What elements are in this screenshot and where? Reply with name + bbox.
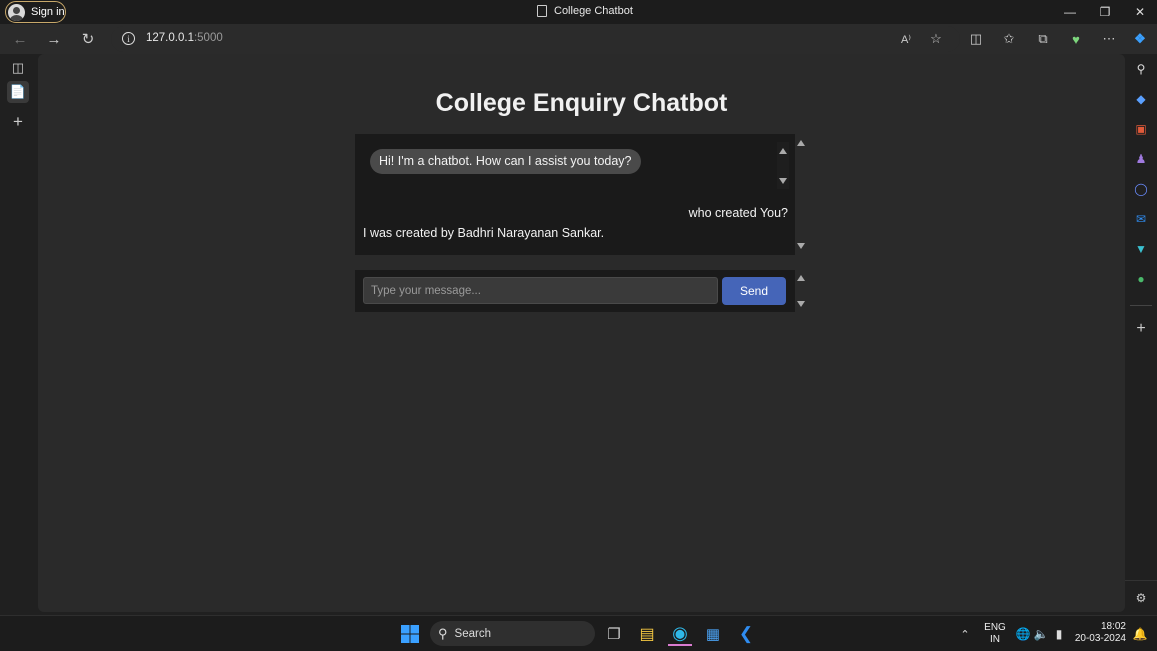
taskbar-search[interactable]: ⚲ Search (430, 621, 595, 646)
collections-icon[interactable]: ⧉ (1031, 28, 1055, 50)
notifications-bell-icon[interactable]: 🔔 (1128, 622, 1152, 646)
favorite-star-icon[interactable]: ☆ (924, 28, 948, 50)
split-screen-icon[interactable]: ◫ (964, 28, 988, 50)
window-tab-title: College Chatbot (537, 5, 633, 17)
chat-log[interactable]: Hi! I'm a chatbot. How can I assist you … (355, 134, 808, 255)
title-bar: Sign in College Chatbot — ❐ ✕ (0, 0, 1157, 24)
windows-taskbar: ⚲ Search ❐ ▤ ◉ ▦ ❮ ⌃ ENG IN 🌐 🔈 ▮ 18:02 … (0, 615, 1157, 651)
read-aloud-icon[interactable]: A⁾ (894, 28, 918, 50)
scroll-up-arrow-icon[interactable] (797, 140, 805, 146)
page-title: College Enquiry Chatbot (435, 89, 728, 117)
input-language[interactable]: ENG IN (984, 622, 1006, 646)
search-icon: ⚲ (438, 625, 448, 641)
sidebar-bottom-divider (1125, 580, 1157, 581)
inner-scrollbar[interactable] (777, 142, 789, 189)
microsoft-365-icon[interactable]: ◯ (1133, 181, 1149, 197)
refresh-icon[interactable]: ↻ (76, 28, 100, 50)
back-icon[interactable]: ← (8, 28, 32, 50)
file-explorer-icon[interactable]: ▤ (635, 622, 659, 646)
url-text[interactable]: 127.0.0.1:5000 (146, 32, 223, 44)
send-button[interactable]: Send (722, 277, 786, 305)
forward-icon[interactable]: → (42, 28, 66, 50)
tab-college-chatbot[interactable]: 📄 (7, 81, 29, 103)
scroll-up-arrow-icon[interactable] (779, 148, 787, 154)
clock[interactable]: 18:02 20-03-2024 (1074, 621, 1126, 645)
scroll-down-arrow-icon[interactable] (797, 243, 805, 249)
url-port: :5000 (193, 32, 223, 44)
edge-browser-icon[interactable]: ◉ (668, 622, 692, 646)
page-icon (537, 5, 547, 17)
address-bar[interactable]: i 127.0.0.1:5000 (111, 26, 960, 52)
clock-time: 18:02 (1100, 621, 1126, 632)
settings-gear-icon[interactable]: ⚙ (1133, 590, 1149, 606)
show-hidden-icons-icon[interactable]: ⌃ (953, 622, 977, 646)
start-windows-icon[interactable] (398, 622, 422, 646)
close-icon[interactable]: ✕ (1123, 0, 1157, 24)
search-icon[interactable]: ⚲ (1133, 61, 1149, 77)
more-options-icon[interactable]: ⋯ (1097, 28, 1121, 50)
vs-code-icon[interactable]: ❮ (734, 622, 758, 646)
composer-scrollbar[interactable] (795, 270, 808, 312)
tab-title-text: College Chatbot (554, 5, 633, 17)
bot-message: I was created by Badhri Narayanan Sankar… (363, 226, 605, 240)
sign-in-button[interactable]: Sign in (5, 1, 66, 23)
profile-avatar-icon (8, 3, 25, 21)
sign-in-label: Sign in (31, 6, 65, 18)
add-sidebar-app-icon[interactable]: + (1133, 320, 1149, 337)
copilot-icon[interactable]: ❖ (1128, 28, 1152, 50)
message-composer: Send (355, 270, 808, 312)
scroll-down-arrow-icon[interactable] (779, 178, 787, 184)
lang-code: ENG (984, 622, 1006, 633)
web-page: College Enquiry Chatbot Hi! I'm a chatbo… (38, 54, 1125, 612)
bot-message-bubble: Hi! I'm a chatbot. How can I assist you … (370, 149, 641, 174)
tree-icon[interactable]: ● (1133, 271, 1149, 287)
new-tab-icon[interactable]: + (7, 111, 29, 133)
chat-log-scrollbar[interactable] (795, 134, 808, 255)
sidebar-divider (1130, 305, 1152, 306)
user-message: who created You? (688, 206, 788, 220)
tools-icon[interactable]: ▣ (1133, 121, 1149, 137)
vertical-tab-strip: ◫ 📄 + (0, 54, 38, 615)
minimize-icon[interactable]: — (1053, 0, 1087, 24)
task-view-icon[interactable]: ❐ (602, 622, 626, 646)
scroll-down-arrow-icon[interactable] (797, 301, 805, 307)
drop-icon[interactable]: ▼ (1133, 241, 1149, 257)
taskbar-search-label: Search (454, 627, 491, 640)
site-info-icon[interactable]: i (122, 32, 135, 45)
favorites-icon[interactable]: ✩ (997, 28, 1021, 50)
lang-region: IN (990, 634, 1000, 645)
restore-icon[interactable]: ❐ (1088, 0, 1122, 24)
outlook-icon[interactable]: ✉ (1133, 211, 1149, 227)
clock-date: 20-03-2024 (1074, 633, 1126, 644)
microsoft-store-icon[interactable]: ▦ (701, 622, 725, 646)
edge-sidebar: ⚲ ◆ ▣ ♟ ◯ ✉ ▼ ● + ⚙ (1125, 54, 1157, 615)
url-host: 127.0.0.1 (146, 32, 194, 44)
battery-icon[interactable]: ▮ (1047, 622, 1071, 646)
browser-toolbar: ← → ↻ i 127.0.0.1:5000 A⁾ ☆ ◫ ✩ ⧉ ♥ ⋯ ❖ (0, 24, 1157, 54)
scroll-up-arrow-icon[interactable] (797, 275, 805, 281)
games-icon[interactable]: ♟ (1133, 151, 1149, 167)
shopping-icon[interactable]: ◆ (1133, 91, 1149, 107)
browser-essentials-icon[interactable]: ♥ (1064, 28, 1088, 50)
message-input[interactable] (363, 277, 718, 304)
tab-actions-icon[interactable]: ◫ (7, 57, 29, 79)
